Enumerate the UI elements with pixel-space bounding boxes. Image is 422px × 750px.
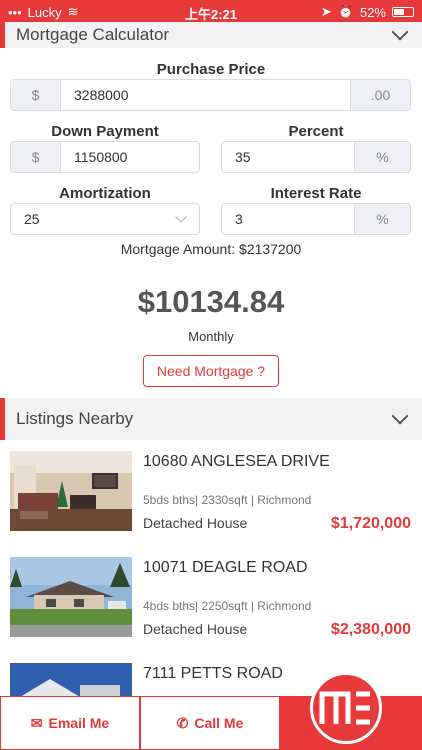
need-mortgage-button[interactable]: Need Mortgage ?: [143, 355, 279, 387]
listing-meta: 4bds bths| 2250sqft | Richmond: [143, 599, 312, 613]
battery-percent: 52%: [359, 4, 386, 20]
interest-rate-field[interactable]: 3 %: [221, 203, 411, 235]
down-payment-input[interactable]: 1150800: [61, 142, 199, 172]
amortization-label: Amortization: [59, 185, 151, 202]
status-bar: ••• Lucky ≋ 上午2:21 ➤ ⏰ 52%: [0, 0, 422, 22]
listing-price: $2,380,000: [330, 621, 411, 638]
cents-suffix: .00: [350, 80, 410, 110]
calculator-title: Mortgage Calculator: [16, 25, 170, 44]
down-payment-label: Down Payment: [51, 123, 159, 140]
chevron-down-icon: [175, 211, 187, 223]
battery-icon: [392, 7, 414, 17]
call-me-button[interactable]: ✆ Call Me: [140, 696, 280, 750]
envelope-icon: ✉: [30, 714, 43, 731]
listing-type: Detached House: [143, 515, 248, 531]
interest-rate-input[interactable]: 3: [222, 204, 354, 234]
dollar-prefix: $: [11, 142, 61, 172]
purchase-price-input[interactable]: 3288000: [61, 80, 350, 110]
brand-logo[interactable]: [310, 672, 382, 744]
listing-photo[interactable]: [10, 557, 132, 637]
percent-suffix: %: [354, 204, 410, 234]
interest-rate-label: Interest Rate: [270, 185, 362, 202]
chevron-down-icon[interactable]: [391, 23, 409, 41]
listings-title: Listings Nearby: [16, 409, 134, 428]
listing-photo[interactable]: [10, 663, 132, 697]
listing-type: Detached House: [143, 621, 248, 637]
percent-field[interactable]: 35 %: [221, 141, 411, 173]
amortization-value: 25: [24, 211, 40, 227]
listing-address[interactable]: 10680 ANGLESEA DRIVE: [143, 453, 330, 471]
purchase-price-field[interactable]: $ 3288000 .00: [10, 79, 411, 111]
listing-item[interactable]: 10071 DEAGLE ROAD 4bds bths| 2250sqft | …: [0, 557, 422, 653]
down-payment-field[interactable]: $ 1150800: [10, 141, 200, 173]
brand-logo-mark: [319, 691, 370, 725]
monthly-payment: $10134.84: [137, 284, 285, 319]
listing-price: $1,720,000: [330, 515, 411, 532]
listings-header[interactable]: Listings Nearby: [0, 398, 422, 440]
mortgage-amount: Mortgage Amount: $2137200: [120, 241, 302, 257]
percent-label: Percent: [288, 123, 344, 140]
monthly-label: Monthly: [188, 329, 234, 344]
location-icon: ➤: [320, 4, 332, 19]
listing-address[interactable]: 7111 PETTS ROAD: [143, 665, 283, 683]
listing-meta: 5bds bths| 2330sqft | Richmond: [143, 493, 312, 507]
percent-input[interactable]: 35: [222, 142, 354, 172]
phone-icon: ✆: [176, 714, 189, 731]
percent-suffix: %: [354, 142, 410, 172]
dollar-prefix: $: [11, 80, 61, 110]
status-right: ➤ ⏰ 52%: [321, 4, 414, 20]
alarm-icon: ⏰: [337, 4, 354, 19]
calculator-header[interactable]: Mortgage Calculator: [0, 22, 422, 48]
listing-photo[interactable]: [10, 451, 132, 531]
amortization-select[interactable]: 25: [10, 203, 200, 235]
listing-item[interactable]: 10680 ANGLESEA DRIVE 5bds bths| 2330sqft…: [0, 451, 422, 547]
chevron-down-icon[interactable]: [391, 407, 409, 425]
purchase-price-label: Purchase Price: [156, 61, 266, 78]
email-me-label: Email Me: [48, 715, 110, 731]
email-me-button[interactable]: ✉ Email Me: [0, 696, 140, 750]
listing-address[interactable]: 10071 DEAGLE ROAD: [143, 559, 308, 577]
call-me-label: Call Me: [194, 715, 244, 731]
